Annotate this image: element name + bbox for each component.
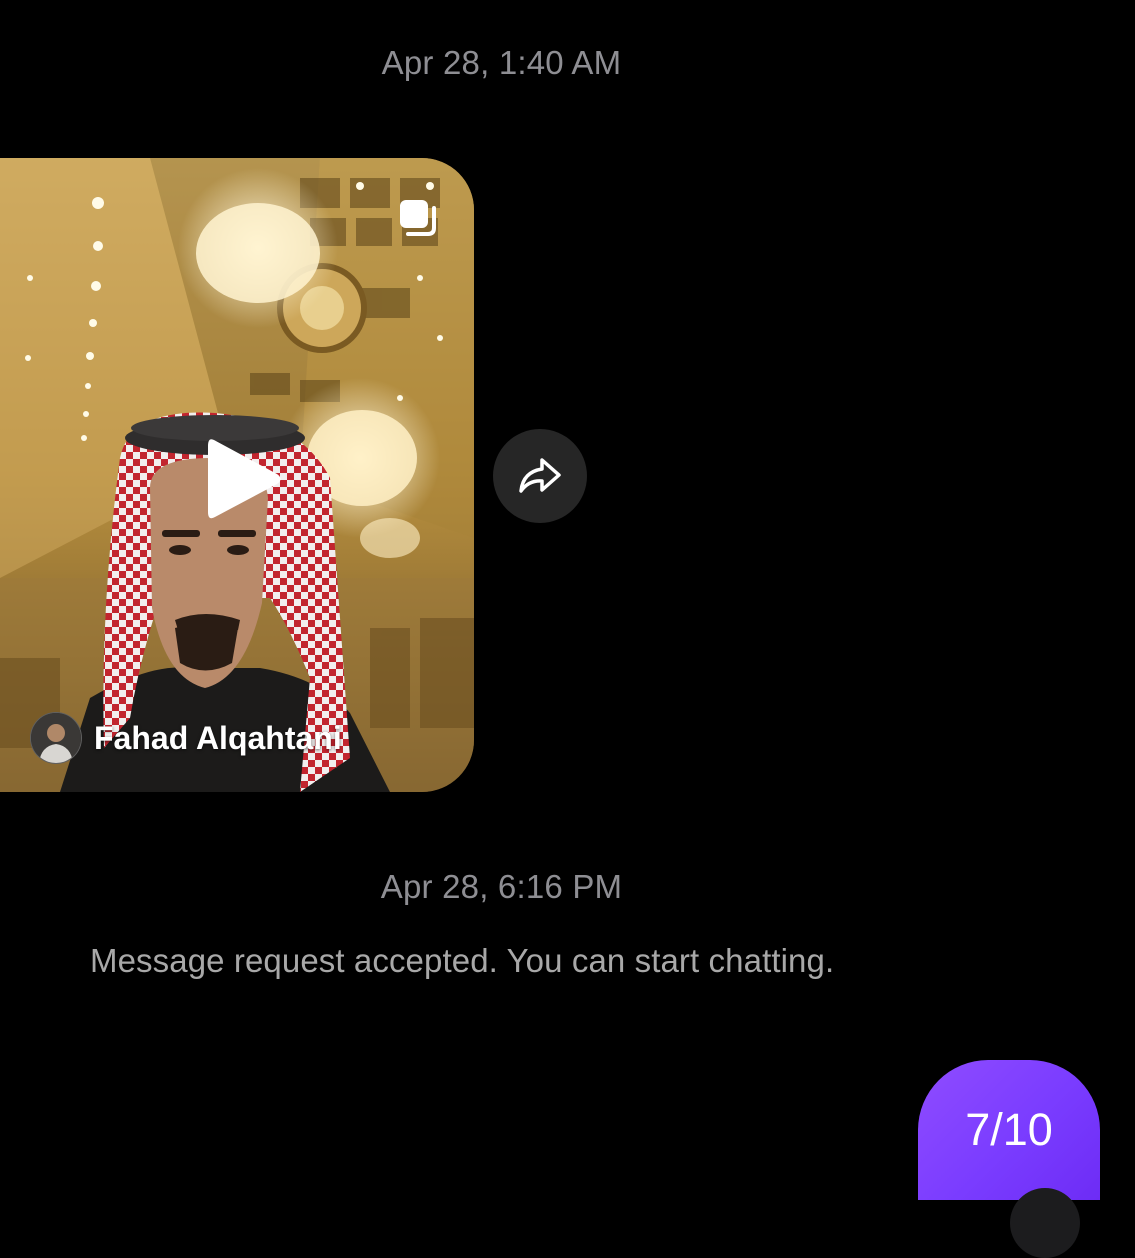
- timestamp-first: Apr 28, 1:40 AM: [381, 44, 622, 81]
- shared-reel-card[interactable]: Fahad Alqahtani: [0, 158, 474, 792]
- reel-multiple-icon: [400, 200, 436, 236]
- share-arrow-icon: [519, 458, 561, 493]
- reel-author[interactable]: Fahad Alqahtani: [30, 712, 342, 764]
- author-name: Fahad Alqahtani: [94, 719, 342, 756]
- sent-message-bubble[interactable]: 7/10: [918, 1060, 1100, 1200]
- author-avatar: [30, 712, 82, 764]
- share-button[interactable]: [493, 429, 587, 523]
- sent-message-text: 7/10: [965, 1104, 1053, 1155]
- play-icon[interactable]: [204, 434, 284, 524]
- system-message: Message request accepted. You can start …: [90, 942, 835, 979]
- reaction-peek: [1010, 1188, 1080, 1258]
- timestamp-second: Apr 28, 6:16 PM: [380, 868, 623, 905]
